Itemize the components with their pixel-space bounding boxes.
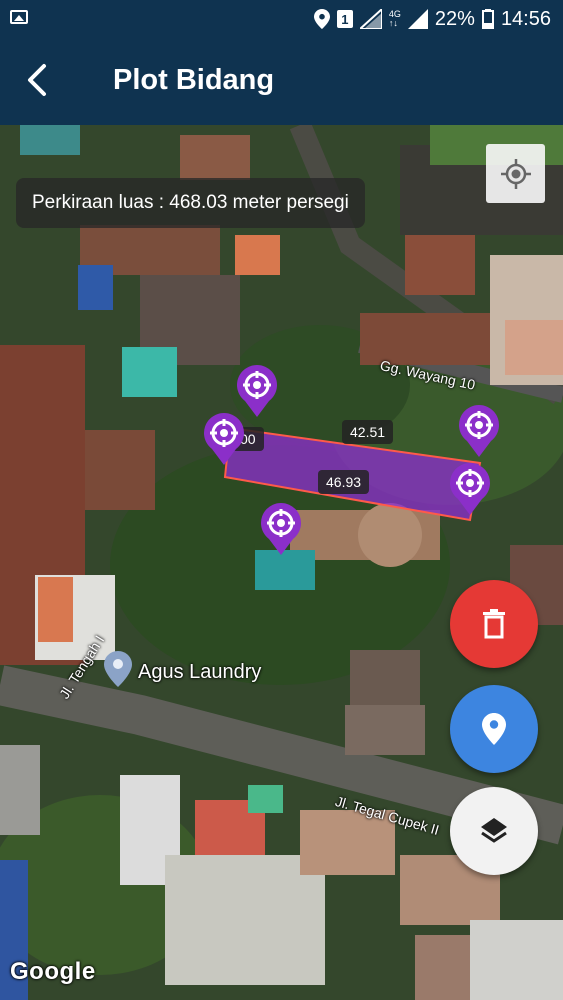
crosshair-marker-icon [237, 365, 277, 417]
crosshair-marker-icon [204, 413, 244, 465]
location-status-icon [313, 9, 330, 29]
add-point-button[interactable] [450, 685, 538, 773]
map-view[interactable]: Perkiraan luas : 468.03 meter persegi 42… [0, 125, 563, 1000]
sim-badge: 1 [336, 10, 353, 28]
signal-strength-icon [407, 9, 428, 29]
edge-length-label-bottom: 46.93 [318, 470, 370, 494]
arrow-left-icon [28, 64, 46, 96]
place-marker-icon [104, 651, 132, 687]
estimated-area-label: Perkiraan luas : 468.03 meter persegi [16, 178, 365, 228]
trash-icon [483, 609, 505, 639]
image-notification-icon [10, 10, 28, 24]
vertex-marker[interactable] [457, 403, 501, 457]
layers-icon [481, 818, 507, 843]
vertex-marker[interactable] [448, 461, 492, 515]
battery-percent: 22% [434, 7, 475, 30]
network-activity: ↑↓ [388, 18, 398, 28]
app-bar: Plot Bidang [0, 38, 563, 125]
page-title: Plot Bidang [113, 64, 275, 96]
status-bar-right: 1 4G ↑↓ 22% 14:56 [313, 0, 551, 38]
vertex-marker[interactable] [202, 411, 246, 465]
map-layers-button[interactable] [450, 787, 538, 875]
vertex-marker[interactable] [235, 363, 279, 417]
battery-icon [481, 9, 494, 29]
my-location-icon [500, 158, 531, 189]
network-type: 4G ↑↓ [389, 10, 401, 28]
crosshair-marker-icon [450, 463, 490, 515]
vertex-marker[interactable] [259, 501, 303, 555]
crosshair-marker-icon [459, 405, 499, 457]
location-pin-icon [482, 713, 506, 745]
clock: 14:56 [500, 7, 551, 30]
crosshair-marker-icon [261, 503, 301, 555]
status-bar: 1 4G ↑↓ 22% 14:56 [0, 0, 563, 38]
signal-icon [359, 9, 382, 29]
delete-plot-button[interactable] [450, 580, 538, 668]
back-button[interactable] [14, 58, 58, 102]
poi-pin-icon[interactable] [104, 651, 132, 687]
poi-label[interactable]: Agus Laundry [138, 661, 261, 684]
my-location-button[interactable] [486, 144, 545, 203]
edge-length-label-top: 42.51 [342, 420, 394, 444]
google-attribution: Google [10, 958, 96, 985]
